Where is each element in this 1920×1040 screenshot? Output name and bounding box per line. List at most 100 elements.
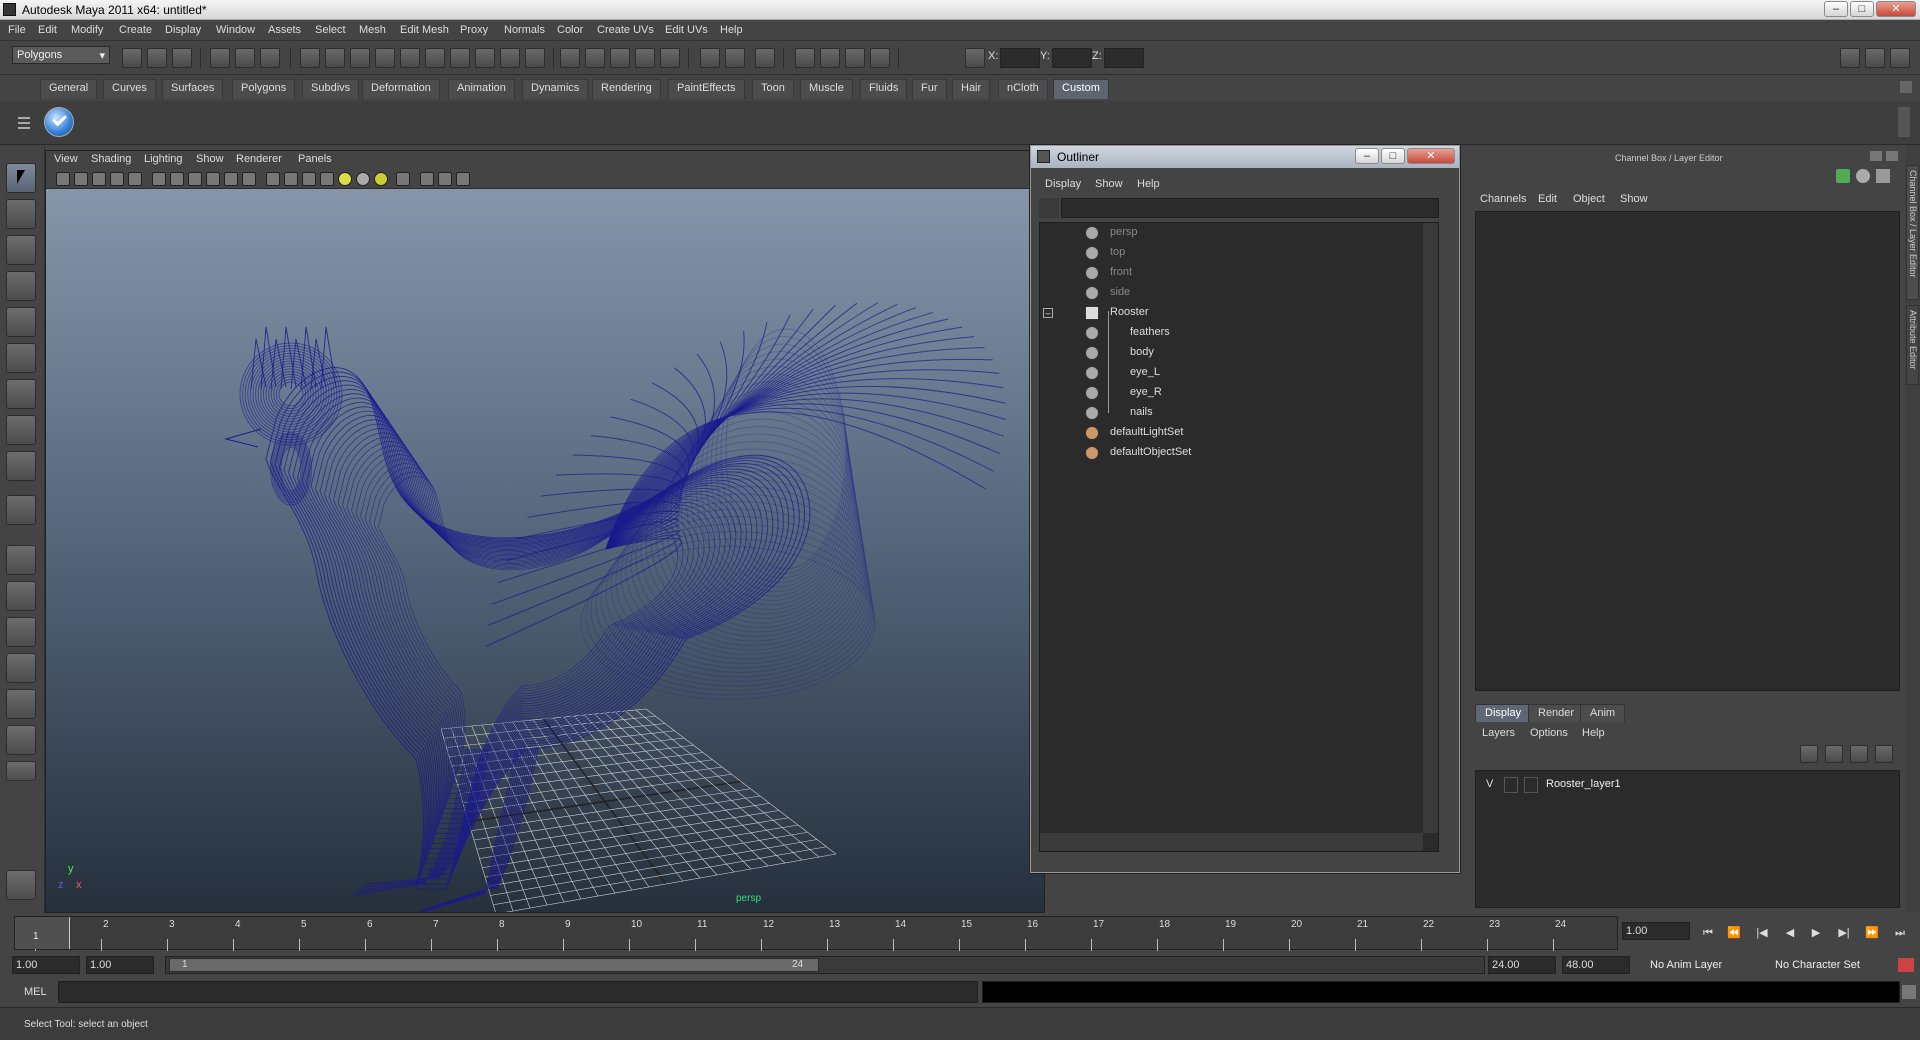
- resolution-gate-icon[interactable]: [188, 172, 202, 186]
- show-attribute-editor-icon[interactable]: [1840, 48, 1860, 68]
- menu-create-uvs[interactable]: Create UVs: [597, 24, 654, 36]
- start-time-field[interactable]: 1.00: [12, 956, 80, 974]
- open-scene-icon[interactable]: [147, 48, 167, 68]
- new-empty-layer-icon[interactable]: [1850, 745, 1868, 763]
- soft-mod-tool-icon[interactable]: [6, 415, 36, 445]
- menu-create[interactable]: Create: [119, 24, 152, 36]
- transform-mode-icon[interactable]: [965, 48, 985, 68]
- four-view-layout-icon[interactable]: [6, 581, 36, 611]
- outliner-minimize-button[interactable]: –: [1355, 148, 1379, 164]
- shelf-tab-custom[interactable]: Custom: [1053, 79, 1109, 99]
- outliner-filter-icon[interactable]: [1039, 198, 1059, 218]
- save-scene-icon[interactable]: [172, 48, 192, 68]
- mask-deformations-icon[interactable]: [400, 48, 420, 68]
- select-object-icon[interactable]: [235, 48, 255, 68]
- minimize-button[interactable]: –: [1824, 1, 1848, 17]
- new-layer-from-selection-icon[interactable]: [1875, 745, 1893, 763]
- move-layer-up-icon[interactable]: [1800, 745, 1818, 763]
- shelf-tab-surfaces[interactable]: Surfaces: [162, 79, 224, 99]
- maximize-button[interactable]: □: [1850, 1, 1874, 17]
- menu-edit-uvs[interactable]: Edit UVs: [665, 24, 708, 36]
- shelf-tab-curves[interactable]: Curves: [103, 79, 156, 99]
- shelf-options-icon[interactable]: [18, 107, 32, 137]
- move-layer-down-icon[interactable]: [1825, 745, 1843, 763]
- end-time-field[interactable]: 48.00: [1562, 956, 1630, 974]
- select-component-icon[interactable]: [260, 48, 280, 68]
- grid-icon[interactable]: [152, 172, 166, 186]
- outliner-item-side[interactable]: side: [1040, 283, 1438, 303]
- show-tool-settings-icon[interactable]: [1865, 48, 1885, 68]
- viewport-menu-show[interactable]: Show: [196, 153, 224, 165]
- go-to-end-icon[interactable]: ⏭: [1890, 923, 1910, 943]
- channel-menu-channels[interactable]: Channels: [1480, 193, 1526, 205]
- menu-assets[interactable]: Assets: [268, 24, 301, 36]
- wireframe-icon[interactable]: [266, 172, 280, 186]
- shelf-tab-ncloth[interactable]: nCloth: [998, 79, 1048, 99]
- shelf-tab-toon[interactable]: Toon: [752, 79, 794, 99]
- outliner-vertical-scrollbar[interactable]: [1423, 223, 1438, 833]
- current-frame-marker[interactable]: 1: [15, 917, 70, 949]
- perspective-graph-layout-icon[interactable]: [6, 653, 36, 683]
- menu-select[interactable]: Select: [315, 24, 346, 36]
- go-to-start-icon[interactable]: ⏮: [1698, 923, 1718, 943]
- camera-select-icon[interactable]: [56, 172, 70, 186]
- close-panel-icon[interactable]: [1886, 151, 1898, 161]
- user-tool-icon[interactable]: [6, 870, 36, 900]
- select-tool-icon[interactable]: [6, 163, 36, 193]
- side-tab-channel-box[interactable]: Channel Box / Layer Editor: [1906, 165, 1919, 300]
- menu-edit[interactable]: Edit: [38, 24, 57, 36]
- default-lighting-icon[interactable]: [338, 172, 352, 186]
- float-panel-icon[interactable]: [1870, 151, 1882, 161]
- mask-curves-icon[interactable]: [350, 48, 370, 68]
- outliner-horizontal-scrollbar[interactable]: [1040, 833, 1423, 851]
- time-ruler[interactable]: 123456789101112131415161718192021222324 …: [14, 916, 1618, 951]
- close-button[interactable]: ✕: [1876, 1, 1916, 17]
- render-settings-icon[interactable]: [870, 48, 890, 68]
- select-hierarchy-icon[interactable]: [210, 48, 230, 68]
- gate-mask-icon[interactable]: [206, 172, 220, 186]
- menu-normals[interactable]: Normals: [504, 24, 545, 36]
- shelf-menu-icon[interactable]: [1900, 81, 1912, 93]
- isolate-select-icon[interactable]: [396, 172, 410, 186]
- custom-layout-icon[interactable]: [6, 725, 36, 755]
- paint-select-tool-icon[interactable]: [6, 235, 36, 265]
- menu-display[interactable]: Display: [165, 24, 201, 36]
- layer-menu-options[interactable]: Options: [1530, 727, 1568, 739]
- step-forward-frame-icon[interactable]: ⏩: [1862, 923, 1882, 943]
- ipr-render-icon[interactable]: [845, 48, 865, 68]
- step-back-key-icon[interactable]: |◀: [1752, 923, 1772, 943]
- range-track[interactable]: 1 24: [165, 956, 1485, 974]
- viewport-menu-shading[interactable]: Shading: [91, 153, 131, 165]
- outliner-menu-show[interactable]: Show: [1095, 178, 1123, 190]
- channel-menu-edit[interactable]: Edit: [1538, 193, 1557, 205]
- frame-all-icon[interactable]: [438, 172, 452, 186]
- layer-color-swatch[interactable]: [1524, 777, 1538, 793]
- mode-dropdown[interactable]: Polygons ▾: [12, 46, 110, 64]
- output-ops-icon[interactable]: [725, 48, 745, 68]
- mask-handles-icon[interactable]: [300, 48, 320, 68]
- selected-lights-icon[interactable]: [374, 172, 388, 186]
- y-field[interactable]: [1052, 48, 1092, 68]
- menu-help[interactable]: Help: [720, 24, 743, 36]
- shelf-tab-dynamics[interactable]: Dynamics: [522, 79, 589, 99]
- viewport-extra-icon[interactable]: [456, 172, 470, 186]
- outliner-item-nails[interactable]: nails: [1040, 403, 1438, 423]
- shelf-scroll-icon[interactable]: [1898, 107, 1910, 137]
- layer-tab-anim[interactable]: Anim: [1580, 704, 1626, 722]
- menu-window[interactable]: Window: [216, 24, 255, 36]
- layer-playback-toggle[interactable]: [1504, 777, 1518, 793]
- channel-menu-object[interactable]: Object: [1573, 193, 1605, 205]
- rooster-wireframe-model[interactable]: [46, 189, 1044, 912]
- playback-start-field[interactable]: 1.00: [86, 956, 154, 974]
- viewport-menu-renderer[interactable]: Renderer: [236, 153, 282, 165]
- shelf-tab-rendering[interactable]: Rendering: [592, 79, 661, 99]
- channel-axis-icon[interactable]: [1836, 169, 1850, 183]
- playback-end-field[interactable]: 24.00: [1488, 956, 1556, 974]
- manipulator-tool-icon[interactable]: [6, 379, 36, 409]
- mask-dynamics-icon[interactable]: [425, 48, 445, 68]
- character-set-dropdown[interactable]: No Character Set: [1770, 956, 1895, 974]
- shelf-tab-animation[interactable]: Animation: [448, 79, 515, 99]
- render-view-icon[interactable]: [795, 48, 815, 68]
- perspective-outliner-layout-icon[interactable]: [6, 617, 36, 647]
- collapse-icon[interactable]: –: [1043, 308, 1053, 318]
